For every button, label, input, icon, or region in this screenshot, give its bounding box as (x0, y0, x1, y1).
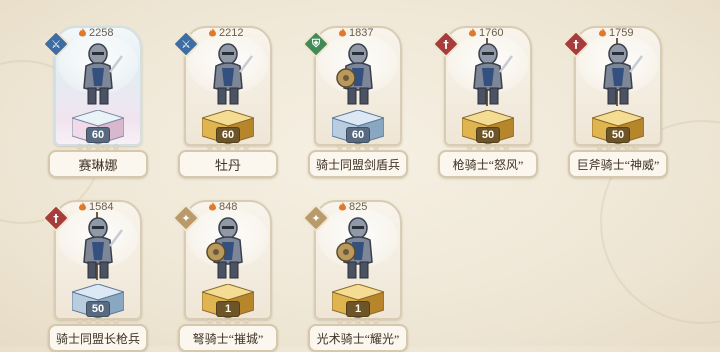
unit-card[interactable]: † 1584 50 ★ ★ ★ ★ ★ 骑士同盟长枪兵 (41, 196, 148, 352)
level-badge: 50 (476, 127, 500, 143)
unit-card[interactable]: ⚔ 2212 60 ★ ★ ★ ★ ★ 牡丹 (171, 22, 278, 178)
unit-name: 牡丹 (178, 150, 278, 178)
unit-card[interactable]: ⛨ 1837 60 ★ ★ ★ ★ ★ 骑士同盟剑盾兵 (301, 22, 408, 178)
unit-portrait (206, 217, 243, 279)
level-badge: 60 (346, 127, 370, 143)
unit-name: 枪骑士“怒风” (438, 150, 538, 178)
unit-card[interactable]: † 1760 50 ★ ★ ★ ★ ★ 枪骑士“怒风” (431, 22, 538, 178)
unit-portrait (336, 43, 373, 105)
level-badge: 1 (346, 301, 370, 317)
unit-portrait (473, 38, 513, 106)
level-badge: 60 (216, 127, 240, 143)
unit-portrait (213, 43, 253, 105)
unit-name: 赛琳娜 (48, 150, 148, 178)
level-badge: 1 (216, 301, 240, 317)
unit-portrait (83, 43, 123, 105)
level-badge: 50 (86, 301, 110, 317)
unit-card[interactable]: ✦ 848 1 ★ ★ ★ ★ ★ 弩骑士“摧城” (171, 196, 278, 352)
unit-card[interactable]: ✦ 825 1 ★ ★ ★ ★ ★ 光术骑士“耀光” (301, 196, 408, 352)
unit-portrait (336, 217, 373, 279)
unit-card[interactable]: ⚔ 2258 60 ★ ★ ★ ★ ★ 赛琳娜 (41, 22, 148, 178)
unit-portrait (83, 212, 123, 280)
unit-name: 骑士同盟长枪兵 (48, 324, 148, 352)
unit-name: 光术骑士“耀光” (308, 324, 408, 352)
level-badge: 50 (606, 127, 630, 143)
unit-name: 骑士同盟剑盾兵 (308, 150, 408, 178)
unit-portrait (603, 38, 643, 106)
unit-name: 巨斧骑士“神威” (568, 150, 668, 178)
level-badge: 60 (86, 127, 110, 143)
unit-name: 弩骑士“摧城” (178, 324, 278, 352)
unit-card[interactable]: † 1759 50 ★ ★ ★ ★ ★ 巨斧骑士“神威” (561, 22, 668, 178)
